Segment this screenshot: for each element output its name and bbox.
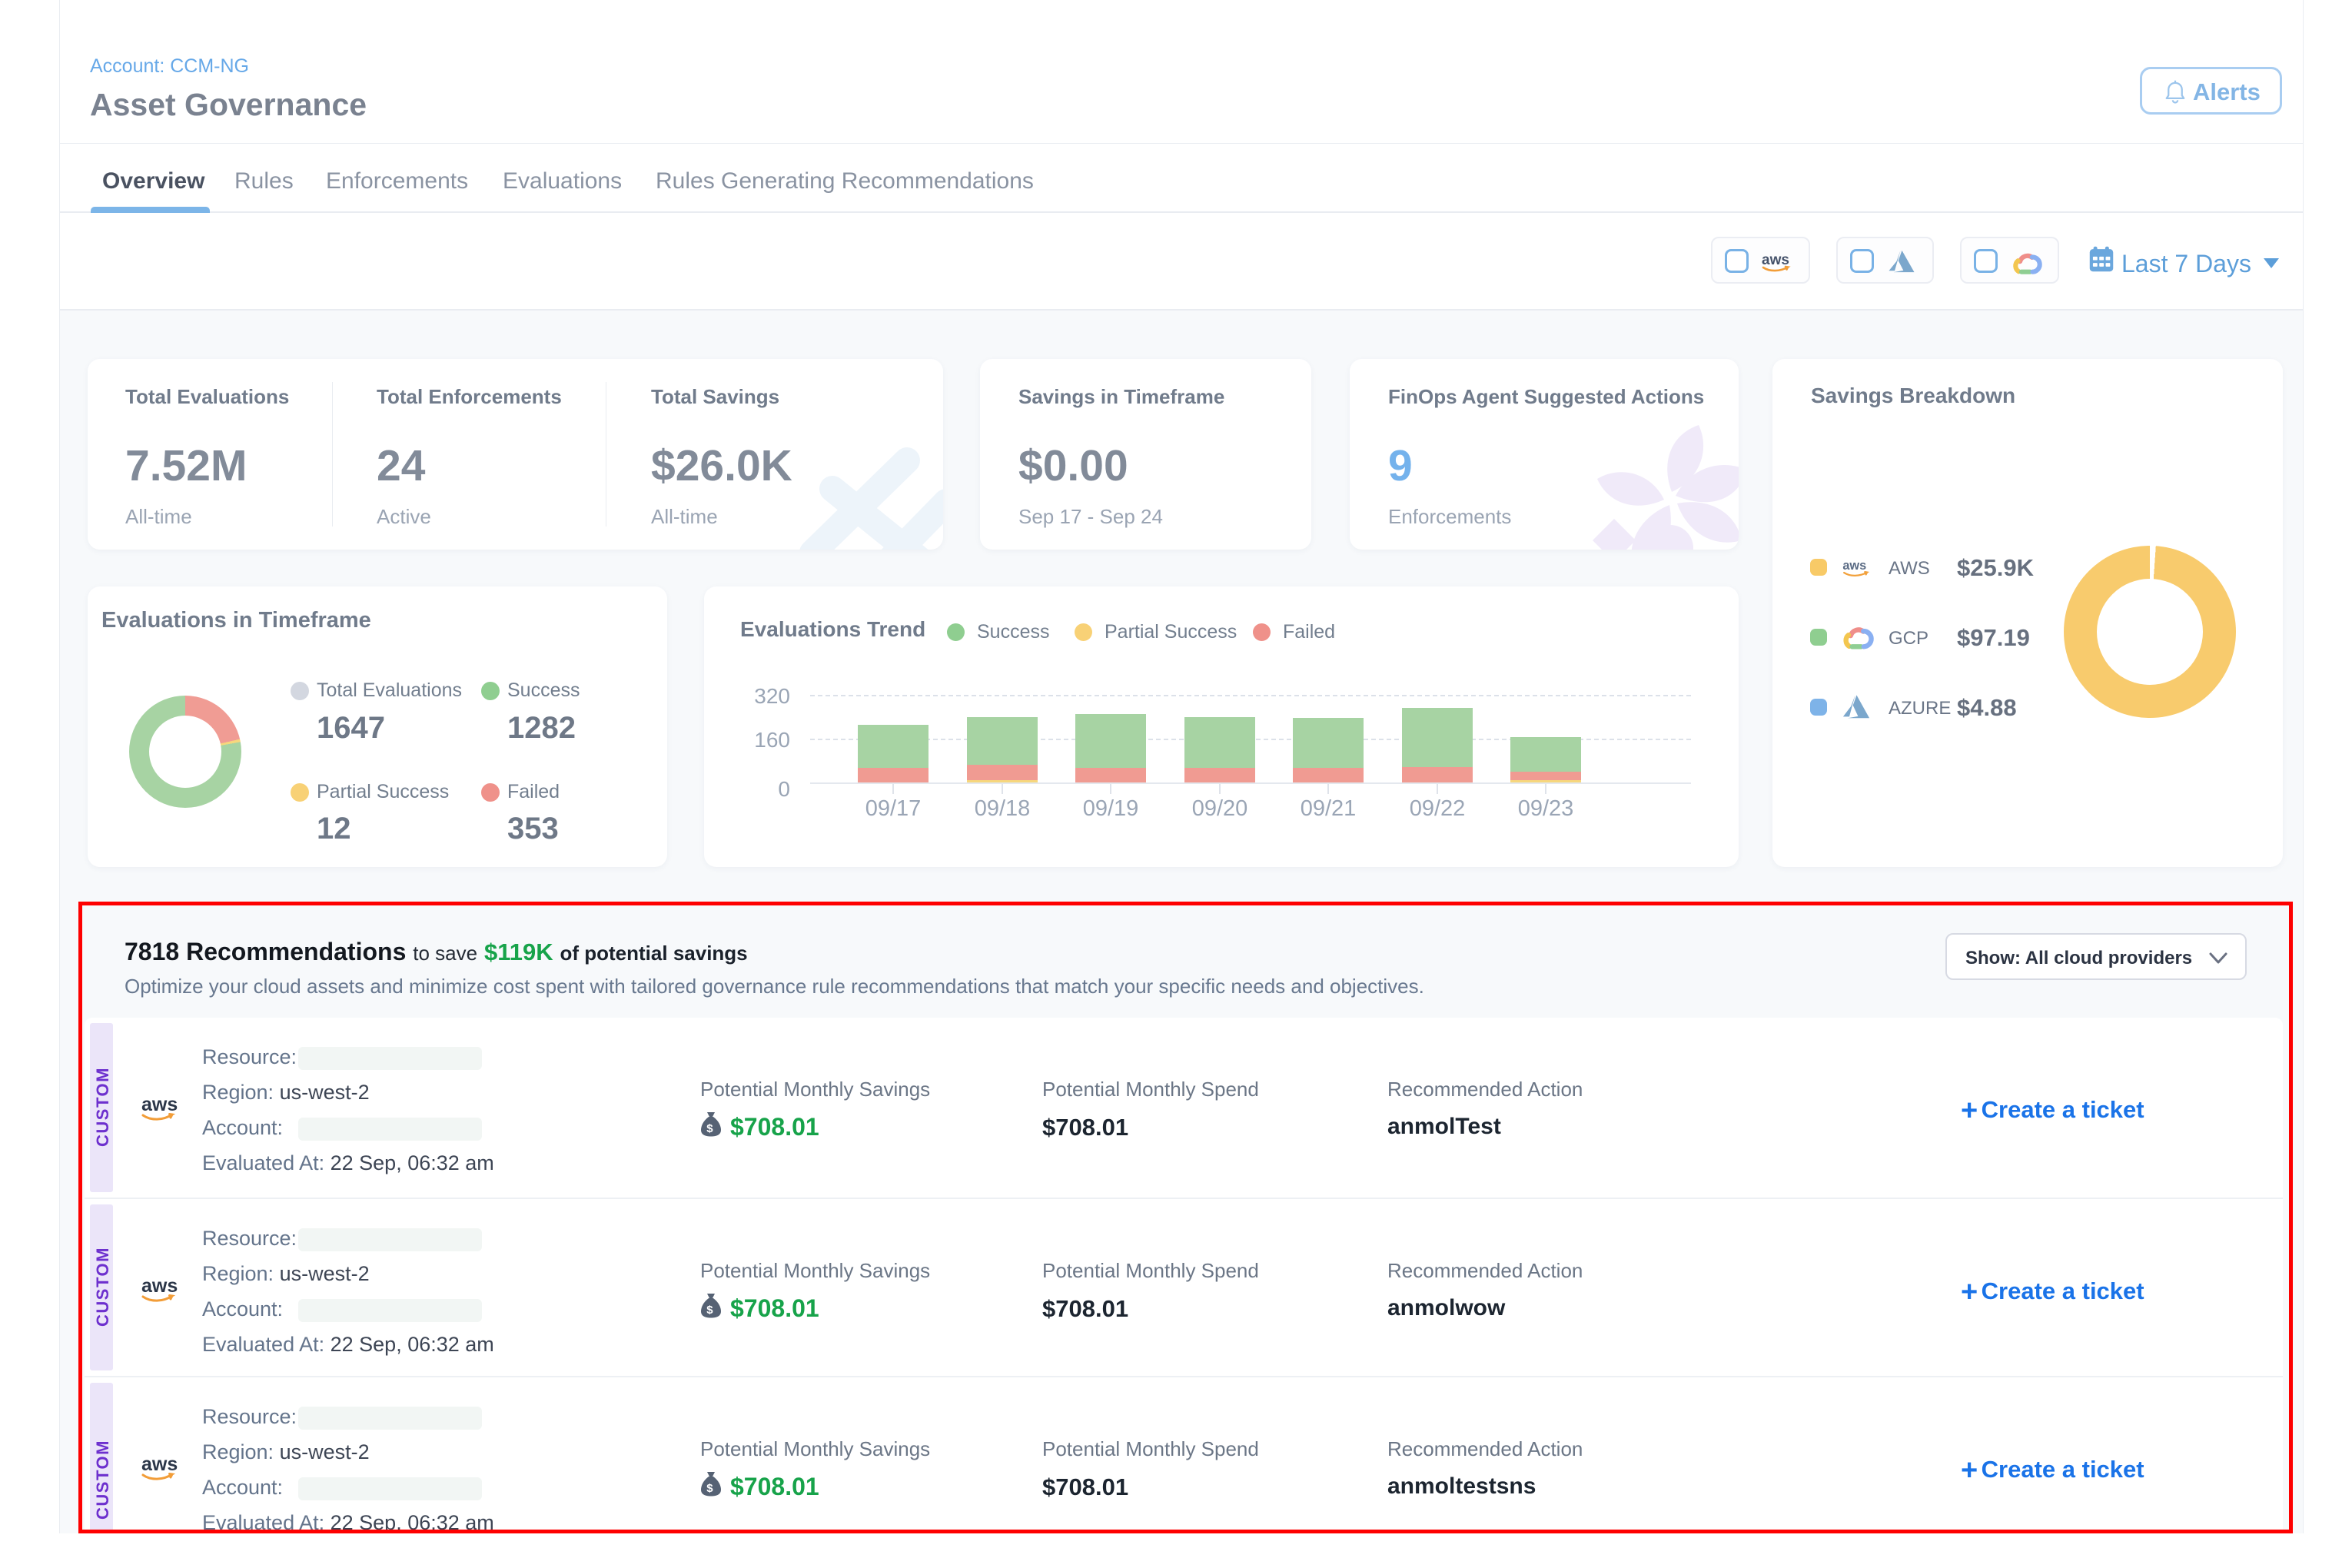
svg-text:aws: aws	[1842, 559, 1866, 573]
